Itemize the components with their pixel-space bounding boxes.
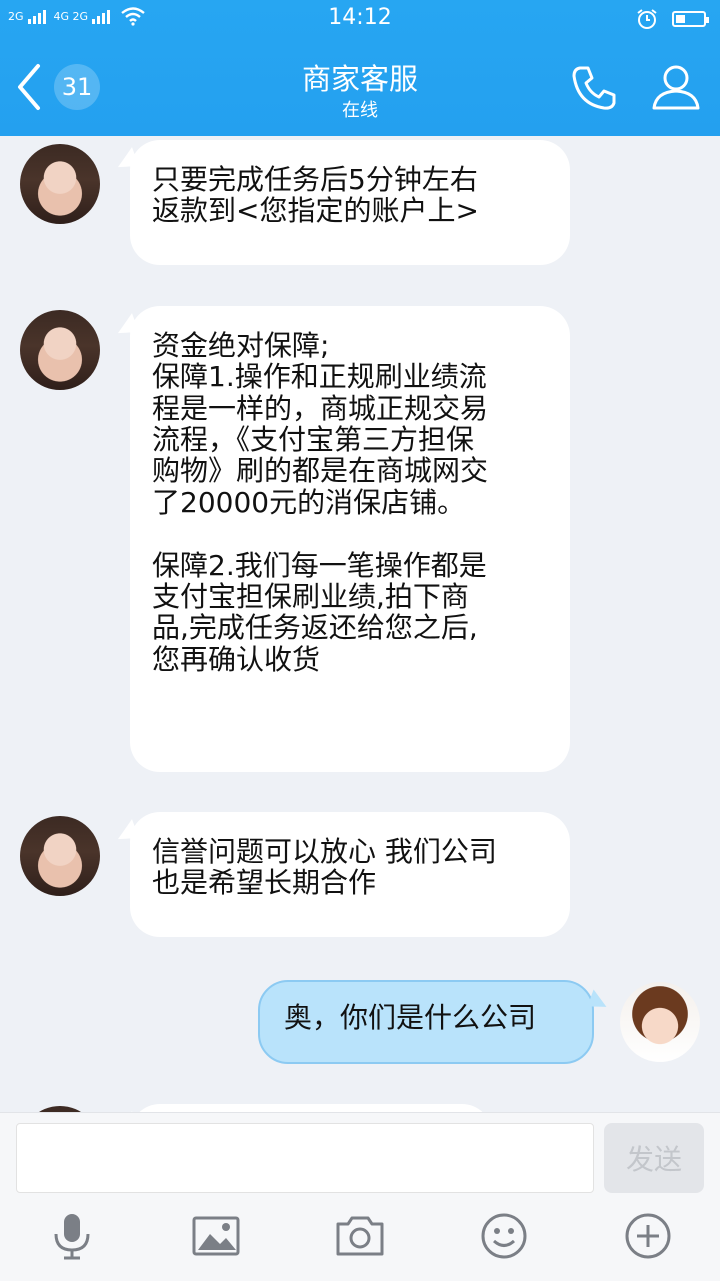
avatar[interactable] [20, 144, 100, 224]
my-avatar[interactable] [620, 982, 700, 1062]
send-button[interactable]: 发送 [604, 1123, 704, 1193]
call-button[interactable] [566, 60, 622, 116]
chat-header: 2G 4G 2G 14:12 31 商家客服 在线 [0, 0, 720, 136]
microphone-icon [54, 1214, 90, 1260]
voice-button[interactable] [46, 1210, 98, 1262]
message-bubble[interactable]: 奥，你们是什么公司 [258, 980, 594, 1064]
alarm-icon [637, 9, 657, 29]
camera-icon [336, 1216, 384, 1256]
more-button[interactable] [622, 1210, 674, 1262]
camera-button[interactable] [334, 1210, 386, 1262]
battery-icon [672, 11, 709, 27]
status-bar: 2G 4G 2G 14:12 [0, 0, 720, 38]
phone-icon [572, 66, 616, 110]
message-bubble[interactable]: 资金绝对保障; 保障1.操作和正规刷业绩流 程是一样的，商城正规交易 流程，《支… [130, 306, 570, 772]
emoji-button[interactable] [478, 1210, 530, 1262]
profile-button[interactable] [648, 60, 704, 116]
image-icon [192, 1216, 240, 1256]
status-time: 14:12 [328, 5, 392, 30]
message-bubble[interactable]: 只要完成任务后5分钟左右 返款到<您指定的账户上> [130, 140, 570, 265]
avatar[interactable] [20, 310, 100, 390]
message-input[interactable] [16, 1123, 594, 1193]
message-bubble[interactable]: 信誉问题可以放心 我们公司 也是希望长期合作 [130, 812, 570, 937]
image-button[interactable] [190, 1210, 242, 1262]
status-right [636, 8, 709, 30]
person-icon [652, 65, 700, 110]
avatar[interactable] [20, 816, 100, 896]
plus-circle-icon [625, 1213, 671, 1259]
emoji-icon [481, 1213, 527, 1259]
